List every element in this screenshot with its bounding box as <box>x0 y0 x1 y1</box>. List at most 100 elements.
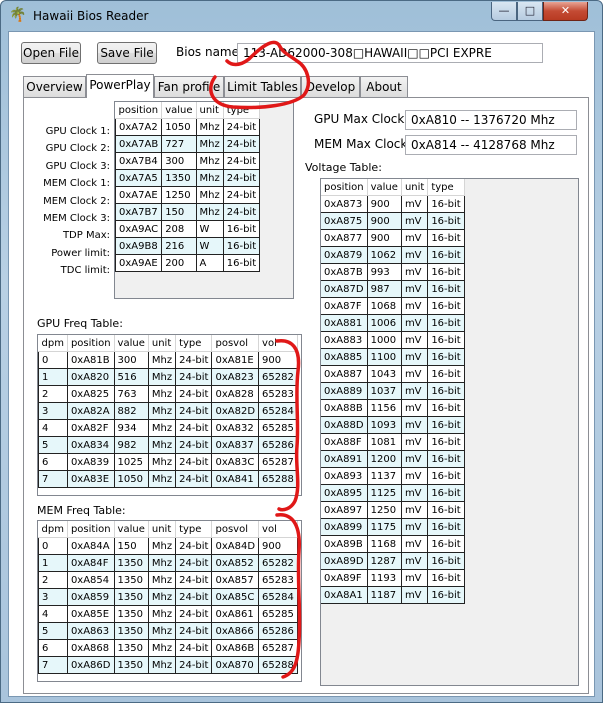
voltage-table-cell[interactable]: 900 <box>367 229 402 247</box>
voltage-table-row[interactable]: 0xA879 1062 mV 16-bit <box>321 246 465 264</box>
powerplay-cell[interactable]: 200 <box>161 254 197 272</box>
voltage-table-row[interactable]: 0xA875 900 mV 16-bit <box>321 212 465 230</box>
voltage-table-cell[interactable]: mV <box>401 501 429 519</box>
voltage-table-row[interactable]: 0xA87B 993 mV 16-bit <box>321 263 465 281</box>
gpu-freq-table-cell[interactable]: 0xA820 <box>66 368 115 386</box>
mem-freq-table-cell[interactable]: 0xA854 <box>66 571 115 589</box>
gpu-freq-table-column-header[interactable]: unit <box>148 335 177 352</box>
voltage-table-cell[interactable]: mV <box>401 450 429 468</box>
voltage-table-cell[interactable]: 1168 <box>367 535 402 553</box>
voltage-table-cell[interactable]: mV <box>401 229 429 247</box>
voltage-table-cell[interactable]: 0xA893 <box>321 467 368 485</box>
voltage-table-cell[interactable]: 1093 <box>367 416 402 434</box>
voltage-table-cell[interactable]: 16-bit <box>427 314 465 332</box>
gpu-freq-table-cell[interactable]: 3 <box>38 402 68 420</box>
voltage-table-row[interactable]: 0xA88D 1093 mV 16-bit <box>321 416 465 434</box>
voltage-table-row[interactable]: 0xA8A1 1187 mV 16-bit <box>321 586 465 604</box>
mem-freq-table-cell[interactable]: 65286 <box>258 622 298 640</box>
mem-freq-table-row[interactable]: 7 0xA86D 1350 Mhz 24-bit 0xA870 65288 <box>38 656 298 674</box>
mem-freq-table-cell[interactable]: 1350 <box>113 554 149 572</box>
powerplay-cell[interactable]: W <box>195 237 224 255</box>
voltage-table-cell[interactable]: 0xA89B <box>321 535 368 553</box>
powerplay-row[interactable]: 0xA7A2 1050 Mhz 24-bit <box>115 118 261 136</box>
mem-freq-table-cell[interactable]: 0xA866 <box>211 622 260 640</box>
mem-freq-table-cell[interactable]: 4 <box>38 605 68 623</box>
gpu-freq-table-row[interactable]: 1 0xA820 516 Mhz 24-bit 0xA823 65282 <box>38 368 298 386</box>
tab-overview[interactable]: Overview <box>23 76 86 97</box>
voltage-table-cell[interactable]: 1250 <box>367 501 402 519</box>
voltage-table-cell[interactable]: mV <box>401 399 429 417</box>
gpu-freq-table-column-header[interactable]: posvol <box>211 335 260 352</box>
mem-freq-table-cell[interactable]: 0xA852 <box>211 554 260 572</box>
gpu-freq-table-cell[interactable]: 4 <box>38 419 68 437</box>
mem-freq-table-cell[interactable]: 0xA84F <box>66 554 115 572</box>
mem-freq-table-cell[interactable]: 0 <box>38 537 68 555</box>
voltage-table-cell[interactable]: mV <box>401 297 429 315</box>
powerplay-cell[interactable]: Mhz <box>195 118 224 136</box>
mem-freq-table-cell[interactable]: 5 <box>38 622 68 640</box>
mem-freq-table-cell[interactable]: Mhz <box>147 639 177 657</box>
gpu-freq-table-cell[interactable]: 7 <box>38 470 68 488</box>
gpu-freq-table-cell[interactable]: 24-bit <box>175 470 213 488</box>
voltage-table-cell[interactable]: 16-bit <box>427 535 465 553</box>
voltage-grid[interactable]: position value unit type 0xA873 900 mV 16-bit 0x… <box>320 178 579 686</box>
voltage-table-cell[interactable]: 16-bit <box>427 365 465 383</box>
voltage-table-row[interactable]: 0xA89B 1168 mV 16-bit <box>321 535 465 553</box>
voltage-table-cell[interactable]: 1287 <box>367 552 402 570</box>
voltage-table-cell[interactable]: 16-bit <box>427 450 465 468</box>
gpu-freq-table-row[interactable]: 3 0xA82A 882 Mhz 24-bit 0xA82D 65284 <box>38 402 298 420</box>
mem-freq-table-cell[interactable]: Mhz <box>147 656 177 674</box>
maximize-button[interactable]: □ <box>517 2 543 21</box>
mem-freq-table-cell[interactable]: Mhz <box>147 554 177 572</box>
gpu-freq-table-cell[interactable]: 0xA81B <box>66 351 115 369</box>
gpu-freq-table-cell[interactable]: 934 <box>113 419 149 437</box>
powerplay-cell[interactable]: 16-bit <box>222 220 261 238</box>
gpu-freq-table-cell[interactable]: 0 <box>38 351 68 369</box>
voltage-table-cell[interactable]: mV <box>401 314 429 332</box>
tab-fan-profile[interactable]: Fan profile <box>154 76 224 97</box>
voltage-table-cell[interactable]: 16-bit <box>427 348 465 366</box>
powerplay-row[interactable]: 0xA7AE 1250 Mhz 24-bit <box>115 186 261 204</box>
powerplay-cell[interactable]: 0xA7AE <box>115 186 163 204</box>
voltage-table-row[interactable]: 0xA877 900 mV 16-bit <box>321 229 465 247</box>
voltage-table-cell[interactable]: 0xA877 <box>321 229 368 247</box>
mem-freq-table-cell[interactable]: 0xA85C <box>211 588 260 606</box>
mem-freq-table-cell[interactable]: 0xA86B <box>211 639 260 657</box>
gpu-freq-table-cell[interactable]: 65282 <box>258 368 298 386</box>
powerplay-cell[interactable]: 16-bit <box>222 237 261 255</box>
powerplay-cell[interactable]: 0xA7A2 <box>115 118 163 136</box>
powerplay-cell[interactable]: 1350 <box>161 169 197 187</box>
voltage-table-cell[interactable]: 1175 <box>367 518 402 536</box>
gpu-freq-table-cell[interactable]: Mhz <box>147 402 177 420</box>
powerplay-cell[interactable]: 16-bit <box>222 254 261 272</box>
voltage-table-row[interactable]: 0xA891 1200 mV 16-bit <box>321 450 465 468</box>
voltage-table-row[interactable]: 0xA89F 1193 mV 16-bit <box>321 569 465 587</box>
gpu-freq-table-cell[interactable]: 65283 <box>258 385 298 403</box>
tab-develop[interactable]: Develop <box>301 76 360 97</box>
voltage-table-cell[interactable]: 16-bit <box>427 195 465 213</box>
voltage-table-cell[interactable]: 1100 <box>367 348 402 366</box>
gpu-freq-table-cell[interactable]: 0xA839 <box>66 453 115 471</box>
voltage-table-row[interactable]: 0xA899 1175 mV 16-bit <box>321 518 465 536</box>
voltage-table-cell[interactable]: 16-bit <box>427 297 465 315</box>
voltage-table-row[interactable]: 0xA897 1250 mV 16-bit <box>321 501 465 519</box>
voltage-table-row[interactable]: 0xA885 1100 mV 16-bit <box>321 348 465 366</box>
gpu-freq-table-column-header[interactable]: dpm <box>38 335 68 352</box>
gpu-freq-table-cell[interactable]: Mhz <box>147 368 177 386</box>
voltage-table-cell[interactable]: 987 <box>367 280 402 298</box>
voltage-table-cell[interactable]: 1200 <box>367 450 402 468</box>
voltage-table-cell[interactable]: 0xA879 <box>321 246 368 264</box>
voltage-table-cell[interactable]: mV <box>401 433 429 451</box>
powerplay-cell[interactable]: 208 <box>161 220 197 238</box>
voltage-table-cell[interactable]: 1062 <box>367 246 402 264</box>
mem-freq-table-column-header[interactable]: unit <box>148 521 177 538</box>
gpu-freq-table-cell[interactable]: 1 <box>38 368 68 386</box>
powerplay-cell[interactable]: 300 <box>161 152 197 170</box>
mem-freq-table-column-header[interactable]: posvol <box>211 521 260 538</box>
powerplay-cell[interactable]: Mhz <box>195 186 224 204</box>
voltage-table-cell[interactable]: 1043 <box>367 365 402 383</box>
powerplay-cell[interactable]: 150 <box>161 203 197 221</box>
mem-freq-table-cell[interactable]: 0xA861 <box>211 605 260 623</box>
voltage-table-cell[interactable]: 1125 <box>367 484 402 502</box>
voltage-table-cell[interactable]: mV <box>401 467 429 485</box>
